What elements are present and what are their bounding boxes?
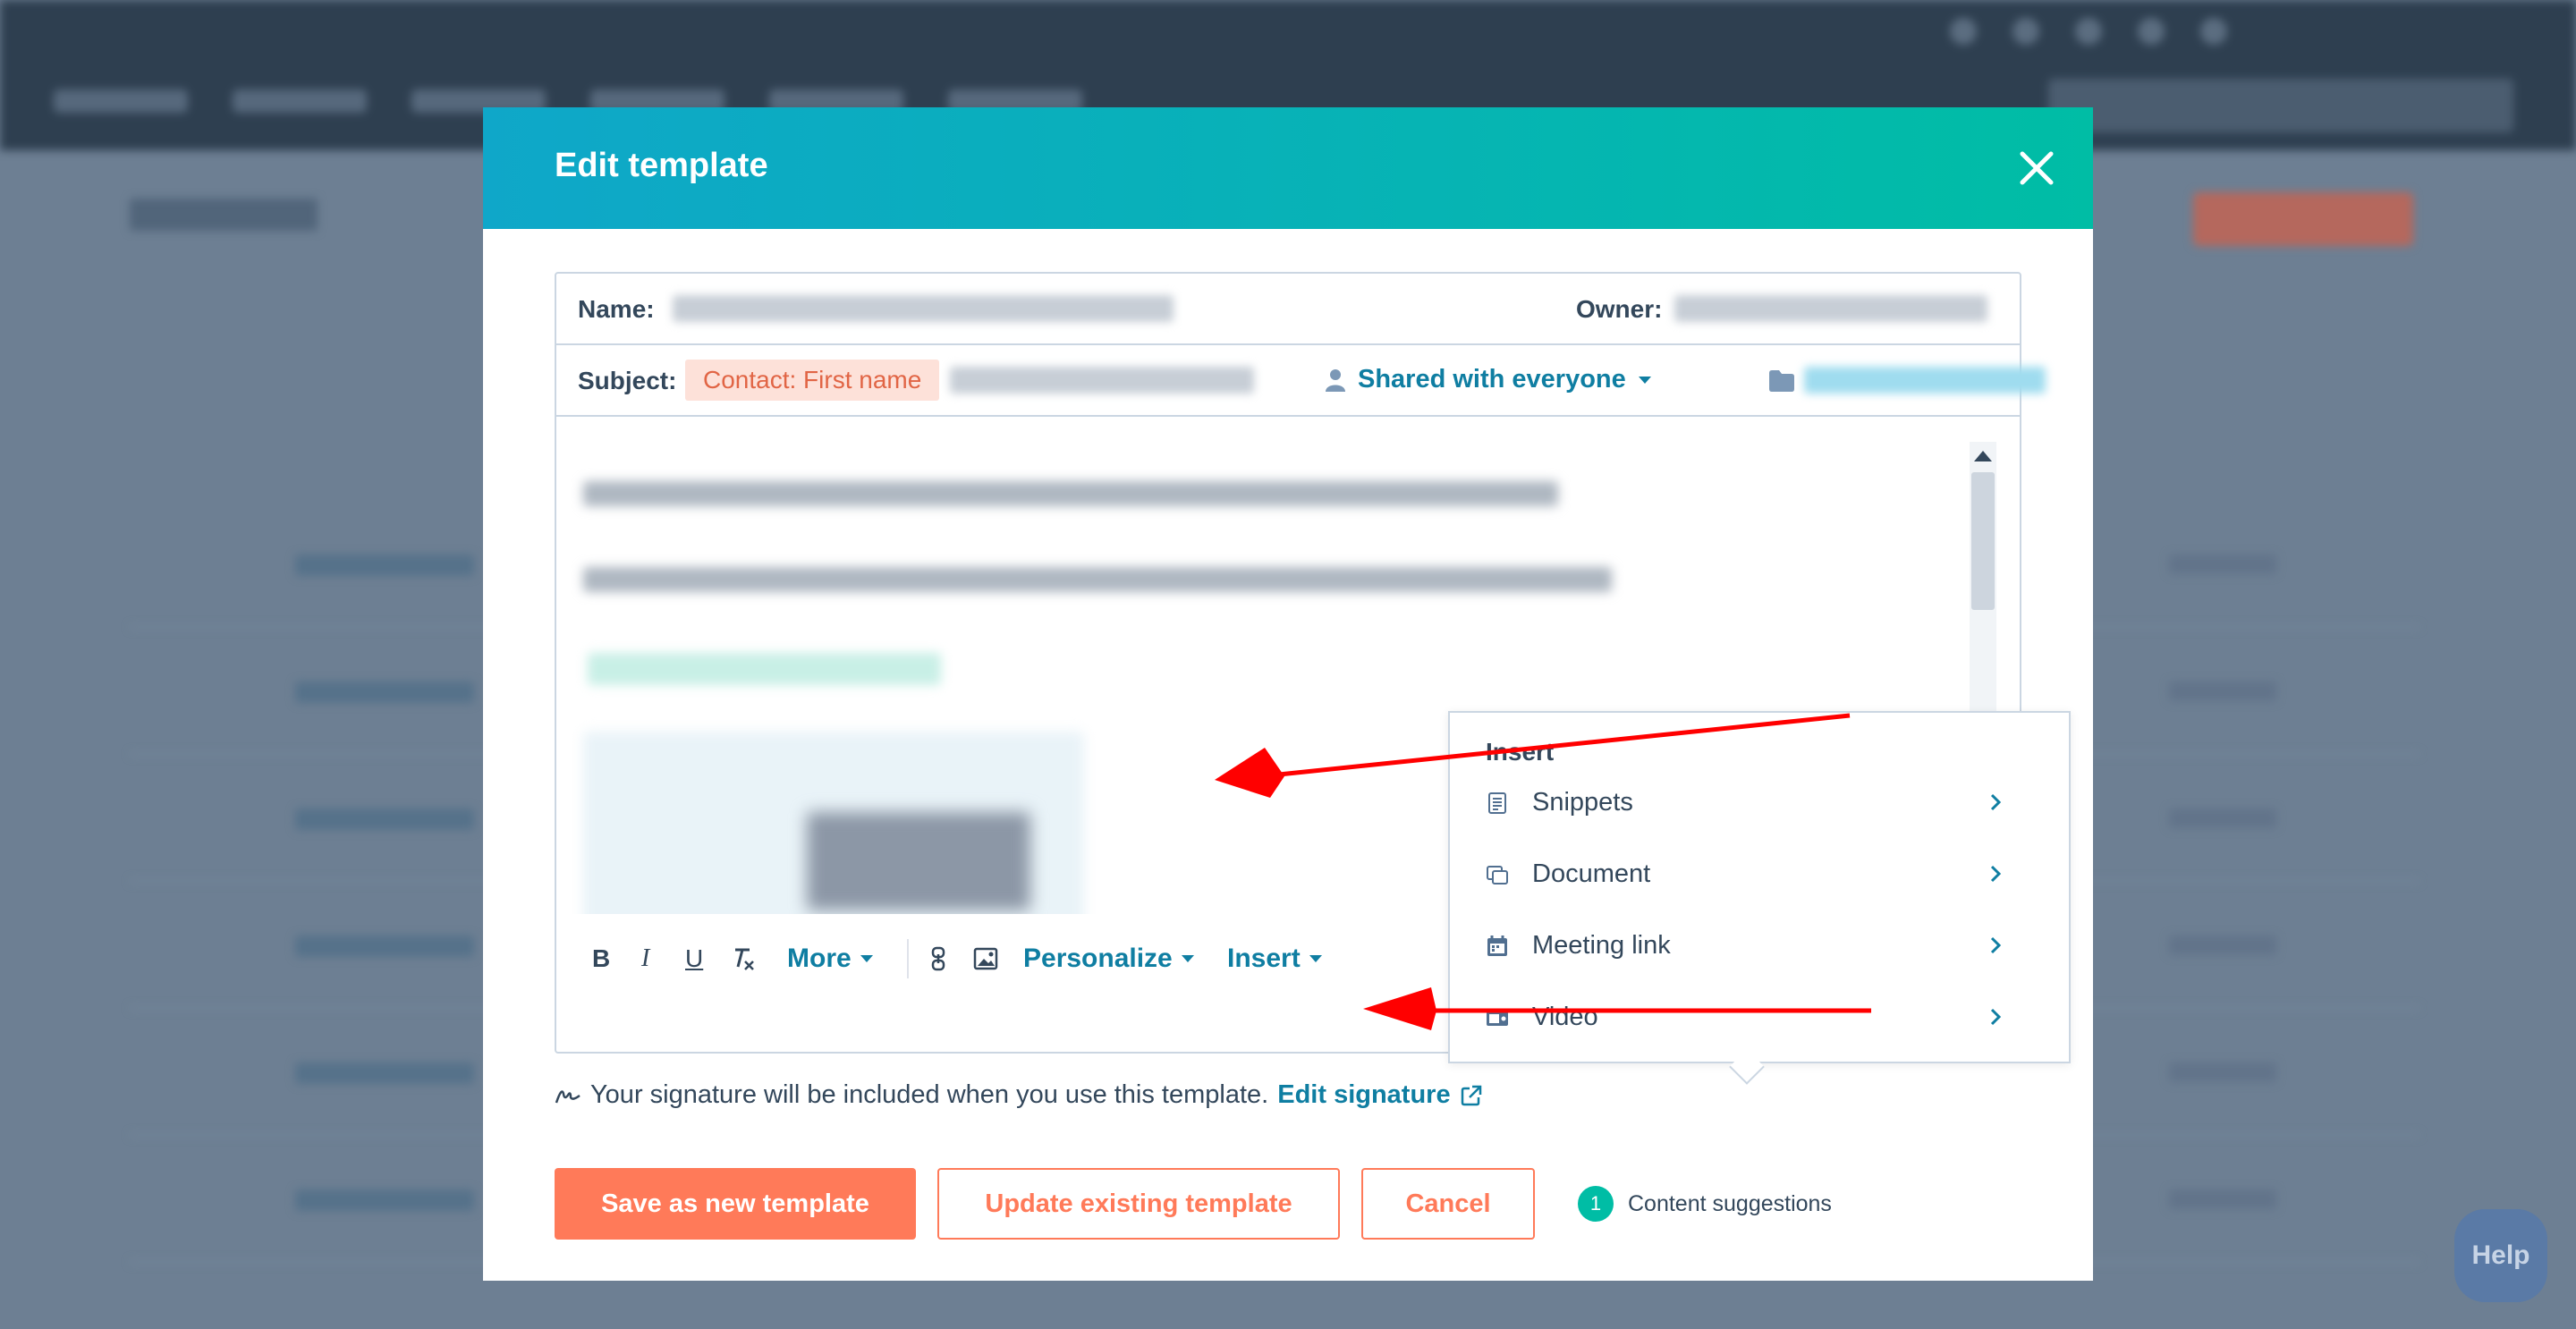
menu-pointer <box>1729 1049 1765 1085</box>
templates-page-title <box>130 199 318 231</box>
italic-button[interactable]: I <box>641 923 649 995</box>
modal-title: Edit template <box>555 147 768 184</box>
menu-item-label: Meeting link <box>1532 930 1671 960</box>
cancel-button[interactable]: Cancel <box>1361 1168 1535 1240</box>
insert-label: Insert <box>1227 944 1301 973</box>
subject-row: Subject: Contact: First name Shared with… <box>556 345 2046 417</box>
name-label: Name: <box>578 295 655 323</box>
edit-signature-link[interactable]: Edit signature <box>1277 1080 1450 1110</box>
folder-select[interactable] <box>1804 367 2046 394</box>
modal-header: Edit template <box>483 107 2093 229</box>
insert-menu-header: Insert <box>1486 738 1555 766</box>
link-icon[interactable] <box>930 923 946 995</box>
scroll-up-icon[interactable] <box>1974 451 1992 461</box>
create-template-button <box>2193 192 2413 246</box>
signature-text: Your signature will be included when you… <box>590 1080 1269 1109</box>
name-owner-row: Name: Owner: <box>556 274 2020 345</box>
chevron-down-icon <box>1181 955 1194 962</box>
sharing-dropdown[interactable]: Shared with everyone <box>1326 365 1651 394</box>
subject-input[interactable] <box>950 367 1254 394</box>
chevron-down-icon <box>1309 955 1322 962</box>
suggestion-count-badge: 1 <box>1578 1186 1614 1222</box>
menu-item-video[interactable]: Video <box>1450 981 2069 1053</box>
owner-label: Owner: <box>1576 295 1663 323</box>
chevron-right-icon <box>1990 936 2002 954</box>
update-existing-template-button[interactable]: Update existing template <box>937 1168 1340 1240</box>
external-link-icon[interactable] <box>1460 1084 1483 1107</box>
image-icon[interactable] <box>973 923 998 995</box>
bold-button[interactable]: B <box>592 923 610 995</box>
menu-item-meeting-link[interactable]: Meeting link <box>1450 910 2069 981</box>
user-icon <box>1326 368 1345 392</box>
save-as-new-template-button[interactable]: Save as new template <box>555 1168 916 1240</box>
suggestion-label: Content suggestions <box>1628 1190 1832 1216</box>
chevron-right-icon <box>1990 865 2002 883</box>
subject-personalization-token[interactable]: Contact: First name <box>685 360 940 401</box>
folder-icon <box>1769 370 1794 392</box>
underline-button[interactable]: U <box>685 923 703 995</box>
subject-label: Subject: <box>578 367 677 394</box>
help-button[interactable]: Help <box>2454 1209 2547 1302</box>
clear-format-icon[interactable] <box>730 923 757 995</box>
close-icon[interactable] <box>2015 147 2058 190</box>
calendar-icon <box>1487 935 1507 956</box>
owner-select[interactable] <box>1674 295 1987 322</box>
personalize-dropdown[interactable]: Personalize <box>1023 923 1194 995</box>
toolbar-divider <box>907 939 909 978</box>
name-input[interactable] <box>673 295 1174 322</box>
chevron-down-icon <box>1638 376 1651 384</box>
menu-item-label: Video <box>1532 1002 1598 1031</box>
signature-icon <box>555 1089 580 1103</box>
chevron-right-icon <box>1990 793 2002 811</box>
insert-dropdown[interactable]: Insert <box>1227 923 1322 995</box>
chevron-down-icon <box>860 955 873 962</box>
video-icon <box>1487 1012 1508 1026</box>
menu-item-label: Snippets <box>1532 787 1633 817</box>
signature-notice: Your signature will be included when you… <box>555 1080 1483 1110</box>
personalize-label: Personalize <box>1023 944 1173 973</box>
more-dropdown[interactable]: More <box>787 923 873 995</box>
menu-item-document[interactable]: Document <box>1450 838 2069 910</box>
snippets-icon <box>1488 792 1506 814</box>
more-label: More <box>787 944 852 973</box>
menu-item-label: Document <box>1532 859 1651 888</box>
shared-label: Shared with everyone <box>1358 365 1626 394</box>
document-icon <box>1487 866 1508 885</box>
menu-item-snippets[interactable]: Snippets <box>1450 766 2069 838</box>
edit-template-modal: Edit template Name: Owner: Subject: Cont… <box>483 107 2093 1281</box>
chevron-right-icon <box>1990 1008 2002 1026</box>
insert-menu: Insert Snippets Document Meeting link Vi… <box>1448 711 2071 1085</box>
scrollbar-thumb[interactable] <box>1971 472 1995 610</box>
content-suggestions[interactable]: 1 Content suggestions <box>1578 1186 1832 1222</box>
